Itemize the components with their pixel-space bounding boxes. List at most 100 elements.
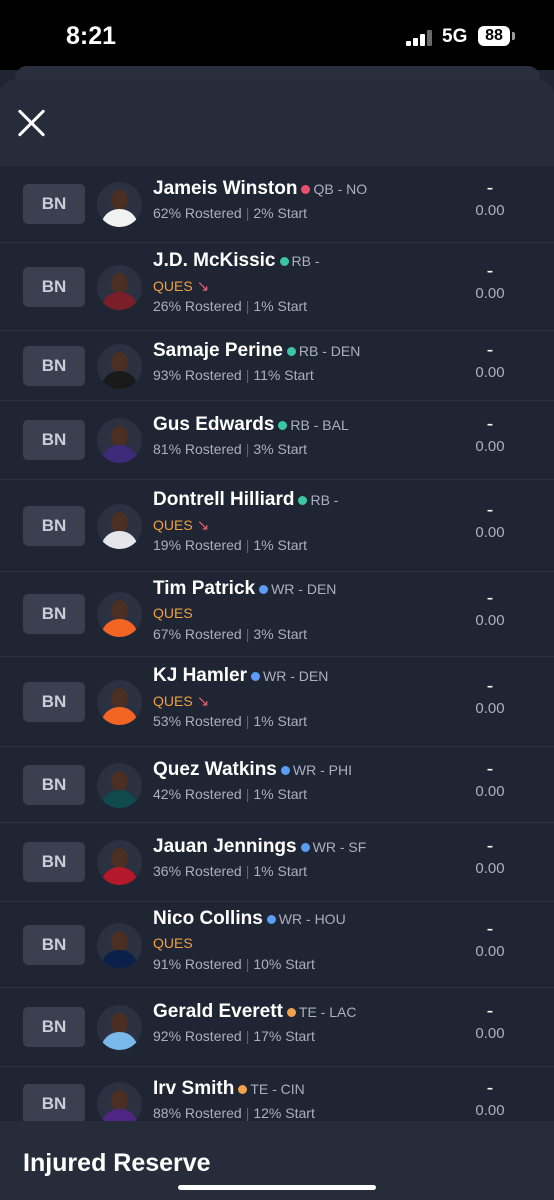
stat-divider: | [245, 786, 250, 802]
player-name-line: Gerald Everett TE - LAC [153, 1001, 356, 1025]
injury-status: QUES [153, 605, 336, 623]
points-value: 0.00 [475, 860, 505, 877]
player-name[interactable]: Nico Collins [153, 908, 263, 929]
slot-button[interactable]: BN [23, 842, 85, 882]
avatar-head [111, 1013, 128, 1033]
player-name[interactable]: Dontrell Hilliard [153, 489, 294, 510]
player-avatar[interactable] [97, 265, 142, 310]
slot-button[interactable]: BN [23, 420, 85, 460]
player-row[interactable]: BN Quez Watkins WR - PHI 42% Rostered | 1% … [0, 746, 554, 822]
player-row[interactable]: BN J.D. McKissic RB - QUES ↘ 26% Rostered |… [0, 242, 554, 330]
player-name[interactable]: Irv Smith [153, 1078, 234, 1099]
points-value: 0.00 [475, 364, 505, 381]
player-row[interactable]: BN Tim Patrick WR - DEN QUES 67% Rostered… [0, 571, 554, 656]
player-row[interactable]: BN Gerald Everett TE - LAC 92% Rostered | 1… [0, 987, 554, 1066]
rostered-pct: 53% Rostered [153, 713, 242, 729]
slot-button[interactable]: BN [23, 184, 85, 224]
player-name[interactable]: KJ Hamler [153, 665, 247, 686]
player-position: RB - [291, 253, 320, 269]
player-name-line: Nico Collins WR - HOU [153, 908, 346, 932]
position-dot [301, 184, 311, 194]
stat-divider: | [245, 537, 250, 553]
player-position: TE - CIN [250, 1081, 305, 1097]
projection-value: - [486, 339, 494, 361]
slot-button[interactable]: BN [23, 267, 85, 307]
start-pct: 1% Start [253, 786, 308, 802]
player-row[interactable]: BN Jameis Winston QB - NO 62% Rostered | 2%… [0, 166, 554, 242]
avatar-head [111, 1090, 128, 1110]
projection-value: - [486, 177, 494, 199]
projection-value: - [486, 675, 494, 697]
projection-value: - [486, 260, 494, 282]
player-position: WR - DEN [263, 668, 329, 684]
avatar-head [111, 848, 128, 868]
slot-button[interactable]: BN [23, 346, 85, 386]
player-position: RB - BAL [290, 417, 349, 433]
player-row[interactable]: BN Dontrell Hilliard RB - QUES ↘ 19% Roste… [0, 479, 554, 571]
player-name[interactable]: Jauan Jennings [153, 836, 297, 857]
rostered-pct: 91% Rostered [153, 956, 242, 972]
player-name[interactable]: Gerald Everett [153, 1001, 283, 1022]
player-avatar[interactable] [97, 504, 142, 549]
projection-value: - [486, 918, 494, 940]
slot-button[interactable]: BN [23, 1007, 85, 1047]
avatar-jersey [101, 531, 138, 549]
player-info: Tim Patrick WR - DEN QUES 67% Rostered | 3%… [153, 578, 336, 644]
player-name[interactable]: Gus Edwards [153, 414, 274, 435]
player-row[interactable]: BN Gus Edwards RB - BAL 81% Rostered | 3% S… [0, 400, 554, 479]
injury-status: QUES ↘ [153, 277, 320, 295]
close-icon[interactable] [16, 108, 46, 138]
stat-divider: | [245, 298, 250, 314]
player-avatar[interactable] [97, 418, 142, 463]
slot-button[interactable]: BN [23, 1084, 85, 1124]
projection-value: - [486, 413, 494, 435]
player-info: Gus Edwards RB - BAL 81% Rostered | 3% Star… [153, 414, 349, 459]
slot-button[interactable]: BN [23, 765, 85, 805]
player-position: WR - SF [312, 839, 367, 855]
status-time: 8:21 [66, 22, 117, 50]
projection-value: - [486, 835, 494, 857]
signal-icon [406, 30, 436, 46]
avatar-head [111, 273, 128, 293]
start-pct: 10% Start [253, 956, 315, 972]
avatar-jersey [101, 292, 138, 310]
player-avatar[interactable] [97, 840, 142, 885]
player-avatar[interactable] [97, 344, 142, 389]
stat-divider: | [245, 713, 250, 729]
battery-tip [512, 32, 515, 40]
slot-button[interactable]: BN [23, 594, 85, 634]
player-points: - 0.00 [470, 1001, 510, 1042]
start-pct: 1% Start [253, 713, 308, 729]
player-avatar[interactable] [97, 763, 142, 808]
player-avatar[interactable] [97, 592, 142, 637]
player-row[interactable]: BN Samaje Perine RB - DEN 93% Rostered | 11… [0, 330, 554, 400]
player-row[interactable]: BN KJ Hamler WR - DEN QUES ↘ 53% Rostered |… [0, 656, 554, 746]
player-name[interactable]: Jameis Winston [153, 178, 297, 199]
player-info: Irv Smith TE - CIN 88% Rostered | 12% Start [153, 1078, 315, 1123]
player-stats: 92% Rostered | 17% Start [153, 1028, 356, 1046]
player-position: WR - PHI [292, 762, 352, 778]
player-avatar[interactable] [97, 923, 142, 968]
avatar-jersey [101, 867, 138, 885]
projection-value: - [486, 587, 494, 609]
player-row[interactable]: BN Nico Collins WR - HOU QUES 91% Rostere… [0, 901, 554, 987]
player-avatar[interactable] [97, 1005, 142, 1050]
battery-icon: 88 [478, 26, 510, 46]
slot-button[interactable]: BN [23, 925, 85, 965]
player-name[interactable]: Quez Watkins [153, 759, 277, 780]
player-avatar[interactable] [97, 182, 142, 227]
start-pct: 3% Start [253, 626, 308, 642]
player-avatar[interactable] [97, 680, 142, 725]
slot-button[interactable]: BN [23, 506, 85, 546]
player-name-line: J.D. McKissic RB - [153, 250, 320, 274]
home-indicator[interactable] [178, 1185, 376, 1190]
slot-button[interactable]: BN [23, 682, 85, 722]
player-name[interactable]: Samaje Perine [153, 340, 283, 361]
player-name[interactable]: Tim Patrick [153, 578, 255, 599]
player-info: J.D. McKissic RB - QUES ↘ 26% Rostered | 1% … [153, 250, 320, 316]
start-pct: 1% Start [253, 537, 308, 553]
projection-value: - [486, 1000, 494, 1022]
player-row[interactable]: BN Jauan Jennings WR - SF 36% Rostered | 1%… [0, 822, 554, 901]
player-name[interactable]: J.D. McKissic [153, 250, 276, 271]
player-position: QB - NO [313, 181, 368, 197]
